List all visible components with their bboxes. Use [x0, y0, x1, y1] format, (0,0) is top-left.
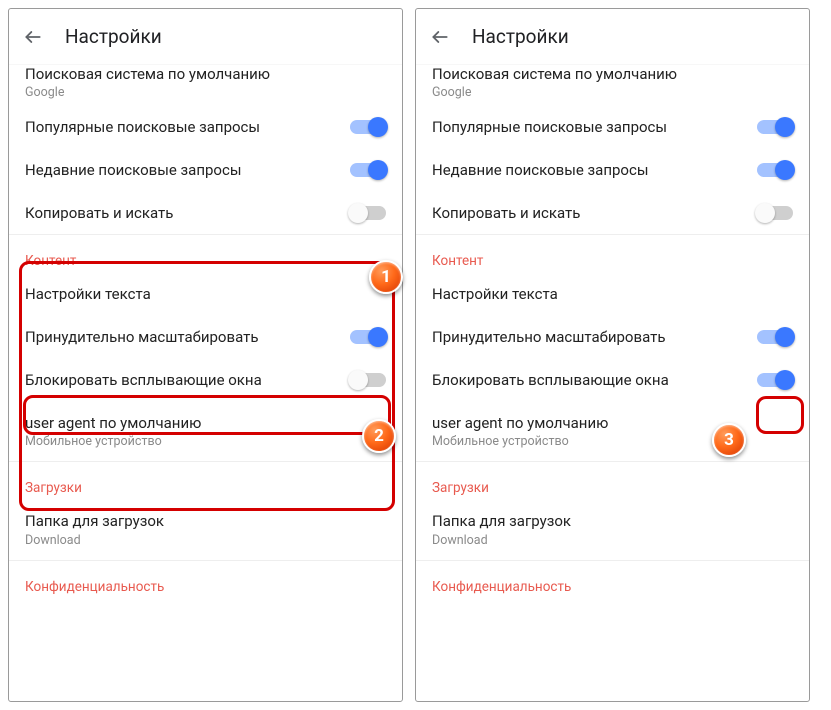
- setting-label: Поисковая система по умолчанию: [25, 65, 386, 83]
- setting-popular-queries[interactable]: Популярные поисковые запросы: [416, 106, 809, 149]
- toggle-force-zoom[interactable]: [757, 330, 793, 344]
- setting-label: Настройки текста: [432, 285, 558, 304]
- setting-block-popups[interactable]: Блокировать всплывающие окна: [9, 359, 402, 402]
- setting-copy-search[interactable]: Копировать и искать: [416, 192, 809, 235]
- setting-recent-queries[interactable]: Недавние поисковые запросы: [9, 149, 402, 192]
- setting-search-engine[interactable]: Поисковая система по умолчанию Google: [416, 65, 809, 106]
- toggle-recent-queries[interactable]: [757, 163, 793, 177]
- setting-label: Блокировать всплывающие окна: [25, 371, 262, 390]
- setting-label: Настройки текста: [25, 285, 151, 304]
- toggle-popular-queries[interactable]: [757, 120, 793, 134]
- setting-label: Недавние поисковые запросы: [432, 161, 648, 180]
- toggle-block-popups[interactable]: [757, 373, 793, 387]
- toggle-recent-queries[interactable]: [350, 163, 386, 177]
- section-downloads: Загрузки: [416, 462, 809, 500]
- setting-sub: Мобильное устройство: [25, 434, 386, 449]
- setting-label: Папка для загрузок: [432, 512, 793, 531]
- setting-label: Копировать и искать: [25, 204, 173, 223]
- setting-download-folder[interactable]: Папка для загрузок Download: [9, 500, 402, 560]
- topbar: Настройки: [416, 9, 809, 65]
- page-title: Настройки: [65, 25, 162, 48]
- setting-force-zoom[interactable]: Принудительно масштабировать: [416, 316, 809, 359]
- toggle-copy-search[interactable]: [757, 206, 793, 220]
- setting-download-folder[interactable]: Папка для загрузок Download: [416, 500, 809, 560]
- setting-search-engine[interactable]: Поисковая система по умолчанию Google: [9, 65, 402, 106]
- section-content: Контент: [416, 235, 809, 273]
- toggle-block-popups[interactable]: [350, 373, 386, 387]
- back-arrow-icon[interactable]: [430, 27, 450, 47]
- section-downloads: Загрузки: [9, 462, 402, 500]
- section-content: Контент: [9, 235, 402, 273]
- setting-sub: Мобильное устройство: [432, 434, 793, 449]
- setting-text-settings[interactable]: Настройки текста: [416, 273, 809, 316]
- phone-right: Настройки Поисковая система по умолчанию…: [415, 8, 810, 702]
- section-privacy: Конфиденциальность: [416, 561, 809, 599]
- page-title: Настройки: [472, 25, 569, 48]
- setting-label: user agent по умолчанию: [432, 414, 793, 433]
- setting-popular-queries[interactable]: Популярные поисковые запросы: [9, 106, 402, 149]
- setting-force-zoom[interactable]: Принудительно масштабировать: [9, 316, 402, 359]
- setting-copy-search[interactable]: Копировать и искать: [9, 192, 402, 235]
- setting-sub: Download: [25, 533, 386, 548]
- setting-label: Блокировать всплывающие окна: [432, 371, 669, 390]
- setting-user-agent[interactable]: user agent по умолчанию Мобильное устрой…: [416, 402, 809, 462]
- setting-label: Поисковая система по умолчанию: [432, 65, 793, 83]
- setting-label: user agent по умолчанию: [25, 414, 386, 433]
- toggle-popular-queries[interactable]: [350, 120, 386, 134]
- topbar: Настройки: [9, 9, 402, 65]
- setting-sub: Download: [432, 533, 793, 548]
- setting-label: Недавние поисковые запросы: [25, 161, 241, 180]
- setting-sub: Google: [432, 85, 793, 100]
- setting-label: Популярные поисковые запросы: [25, 118, 260, 137]
- setting-label: Принудительно масштабировать: [432, 328, 665, 347]
- back-arrow-icon[interactable]: [23, 27, 43, 47]
- setting-label: Копировать и искать: [432, 204, 580, 223]
- setting-label: Популярные поисковые запросы: [432, 118, 667, 137]
- toggle-copy-search[interactable]: [350, 206, 386, 220]
- toggle-force-zoom[interactable]: [350, 330, 386, 344]
- setting-text-settings[interactable]: Настройки текста: [9, 273, 402, 316]
- setting-label: Принудительно масштабировать: [25, 328, 258, 347]
- setting-sub: Google: [25, 85, 386, 100]
- setting-block-popups[interactable]: Блокировать всплывающие окна: [416, 359, 809, 402]
- setting-label: Папка для загрузок: [25, 512, 386, 531]
- setting-user-agent[interactable]: user agent по умолчанию Мобильное устрой…: [9, 402, 402, 462]
- section-privacy: Конфиденциальность: [9, 561, 402, 599]
- setting-recent-queries[interactable]: Недавние поисковые запросы: [416, 149, 809, 192]
- phone-left: Настройки Поисковая система по умолчанию…: [8, 8, 403, 702]
